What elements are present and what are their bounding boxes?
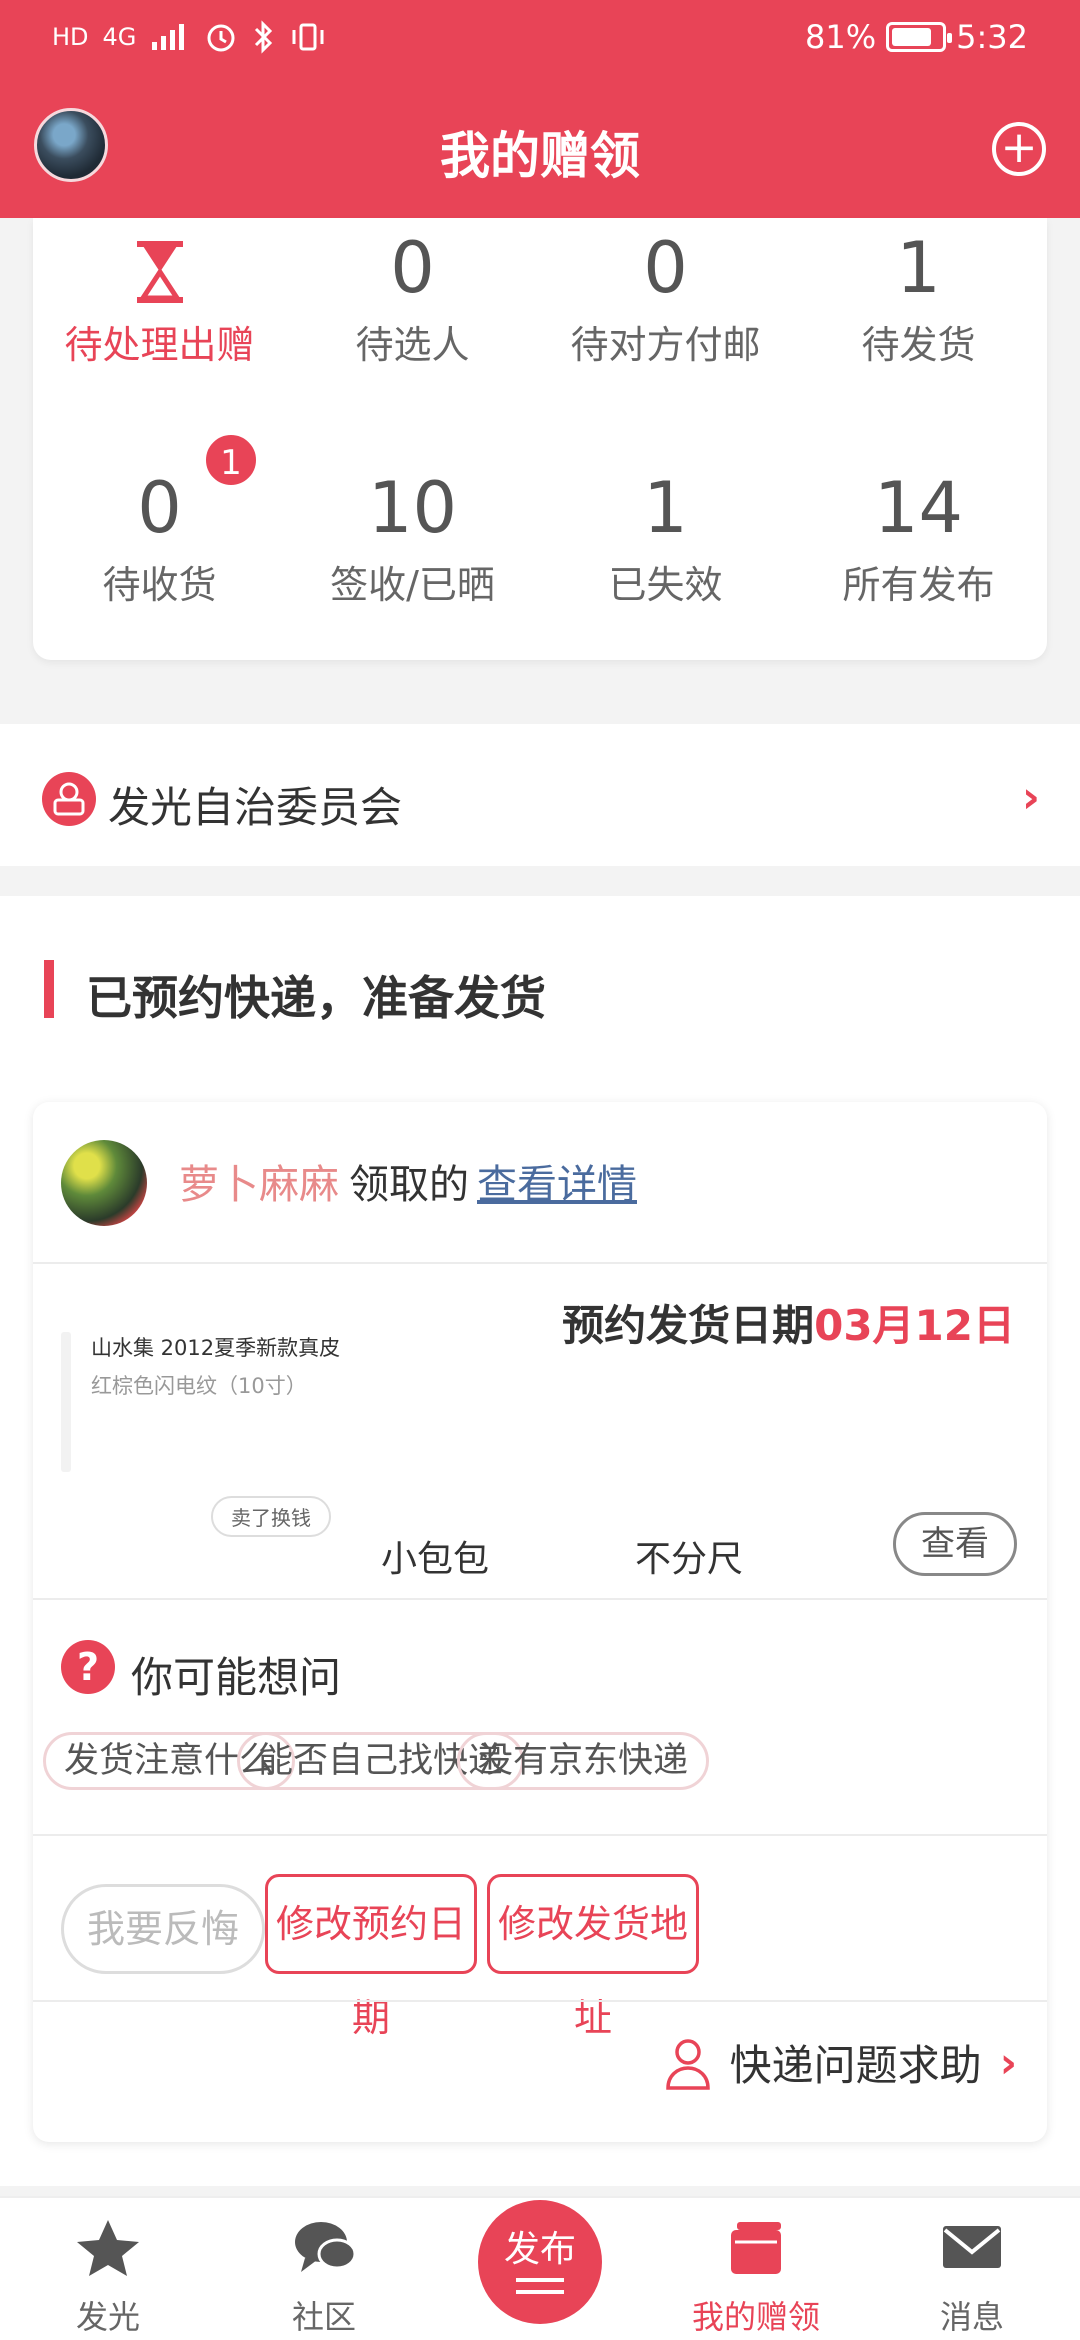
sold-tag: 卖了换钱 (211, 1496, 331, 1537)
committee-row[interactable]: 发光自治委员会 › (0, 724, 1080, 866)
stat-label: 待处理出赠 (64, 323, 255, 367)
nav-item-community[interactable]: 社区 (216, 2198, 432, 2340)
ship-date: 预约发货日期03月12日 (562, 1292, 1015, 1353)
stat-label: 待选人 (355, 323, 470, 367)
nav-label: 我的赠领 (691, 2298, 820, 2336)
product-size: 小包包 (381, 1539, 490, 1580)
mail-icon (943, 2226, 1001, 2268)
shipping-section: 已预约快递，准备发货 萝卜麻麻 领取的 查看详情 山水集 2012夏季新款真皮 红棕… (0, 896, 1080, 2186)
buyer-verb: 领取的 (349, 1162, 469, 1208)
gift-icon (731, 2222, 781, 2274)
committee-icon (42, 772, 96, 826)
star-icon (77, 2220, 139, 2276)
view-button[interactable]: 查看 (893, 1512, 1017, 1576)
hourglass-icon (136, 241, 183, 303)
battery-percent: 81% (805, 18, 877, 56)
order-card: 萝卜麻麻 领取的 查看详情 山水集 2012夏季新款真皮 红棕色闪电纹（10寸） 卖… (33, 1102, 1047, 2142)
vibrate-icon (292, 23, 324, 51)
thumbnail-edge (61, 1332, 71, 1472)
hd-icon: HD (52, 23, 89, 51)
clock: 5:32 (956, 18, 1028, 56)
section-title: 已预约快递，准备发货 (86, 971, 546, 1025)
status-icons: HD 4G (52, 20, 328, 54)
battery-fill (892, 28, 932, 46)
stat-pending-receive[interactable]: 0 待收货 (33, 468, 286, 609)
stat-label: 待收货 (102, 563, 217, 607)
battery-icon (886, 22, 953, 52)
product-subtitle: 红棕色闪电纹（10寸） (91, 1374, 307, 1398)
nav-item-my-gifts[interactable]: 我的赠领 (648, 2198, 864, 2340)
publish-button[interactable]: 发布 (478, 2200, 602, 2324)
divider (33, 1834, 1047, 1836)
stat-value: 14 (873, 467, 964, 549)
ship-date-label: 预约发货日期 (562, 1301, 815, 1350)
product-title: 山水集 2012夏季新款真皮 (91, 1336, 341, 1360)
stat-value: 0 (390, 227, 435, 309)
chevron-right-icon: › (999, 2038, 1017, 2087)
status-right: 81% 5:32 (805, 18, 1028, 56)
regret-button[interactable]: 我要反悔 (61, 1884, 265, 1974)
nav-item-faguang[interactable]: 发光 (0, 2198, 216, 2340)
stat-pending-postage[interactable]: 0 待对方付邮 (539, 228, 792, 369)
add-icon[interactable]: + (992, 122, 1046, 176)
publish-label: 发布 (503, 2229, 576, 2270)
nav-label: 消息 (939, 2298, 1004, 2336)
person-icon (665, 2038, 710, 2090)
product-spec: 不分尺 (635, 1539, 744, 1580)
change-address-button[interactable]: 修改发货地址 (487, 1874, 699, 2040)
change-date-button[interactable]: 修改预约日期 (265, 1874, 477, 2040)
stat-received[interactable]: 10 签收/已晒 (286, 468, 539, 609)
stat-label: 待对方付邮 (570, 323, 761, 367)
ship-date-value: 03月12日 (814, 1301, 1015, 1350)
stat-value: 1 (896, 227, 941, 309)
stat-pending-ship[interactable]: 1 待发货 (792, 228, 1045, 369)
divider (33, 1598, 1047, 1600)
faq-title: 你可能想问 (131, 1653, 342, 1702)
buyer-avatar[interactable] (61, 1140, 147, 1226)
stat-label: 所有发布 (842, 563, 995, 607)
faq-chip[interactable]: 没有京东快递 (457, 1732, 710, 1790)
chevron-right-icon: › (1021, 772, 1040, 823)
help-label: 快递问题求助 (729, 2041, 982, 2090)
stat-pending-process[interactable]: 待处理出赠 (33, 218, 286, 369)
menu-icon (516, 2278, 564, 2294)
nav-label: 发光 (75, 2298, 140, 2336)
product-thumbnail[interactable]: 山水集 2012夏季新款真皮 红棕色闪电纹（10寸） (61, 1332, 361, 1472)
chat-icon (295, 2222, 357, 2272)
buyer-line: 萝卜麻麻 领取的 查看详情 (179, 1152, 637, 1210)
committee-label: 发光自治委员会 (108, 783, 403, 832)
shipping-help[interactable]: 快递问题求助 › (664, 2032, 1017, 2093)
alarm-icon (207, 24, 235, 52)
top-bar: HD 4G 81% 5:32 我的赠领 + (0, 0, 1080, 218)
stat-label: 签收/已晒 (330, 563, 495, 607)
bluetooth-icon (255, 20, 273, 54)
signal-icon (152, 24, 185, 50)
stat-all-posts[interactable]: 14 所有发布 (792, 468, 1045, 609)
divider (33, 2000, 1047, 2002)
view-details-link[interactable]: 查看详情 (477, 1162, 637, 1208)
stat-value: 1 (643, 467, 688, 549)
question-icon: ? (61, 1640, 115, 1694)
stat-value: 0 (137, 467, 182, 549)
buyer-name[interactable]: 萝卜麻麻 (179, 1162, 339, 1208)
stat-expired[interactable]: 1 已失效 (539, 468, 792, 609)
nav-item-messages[interactable]: 消息 (864, 2198, 1080, 2340)
stat-label: 已失效 (608, 563, 723, 607)
network-icon: 4G (102, 23, 137, 51)
status-bar: HD 4G 81% 5:32 (0, 0, 1080, 76)
page-title: 我的赠领 (440, 127, 640, 185)
stat-pending-select[interactable]: 0 待选人 (286, 228, 539, 369)
section-accent-bar (44, 960, 54, 1018)
stat-label: 待发货 (861, 323, 976, 367)
divider (33, 1262, 1047, 1264)
stat-value: 10 (367, 467, 458, 549)
stat-value: 0 (643, 227, 688, 309)
stats-card: 待处理出赠 1 0 待选人 0 待对方付邮 1 待发货 0 待收货 10 签收/… (33, 218, 1047, 660)
nav-label: 社区 (291, 2298, 356, 2336)
